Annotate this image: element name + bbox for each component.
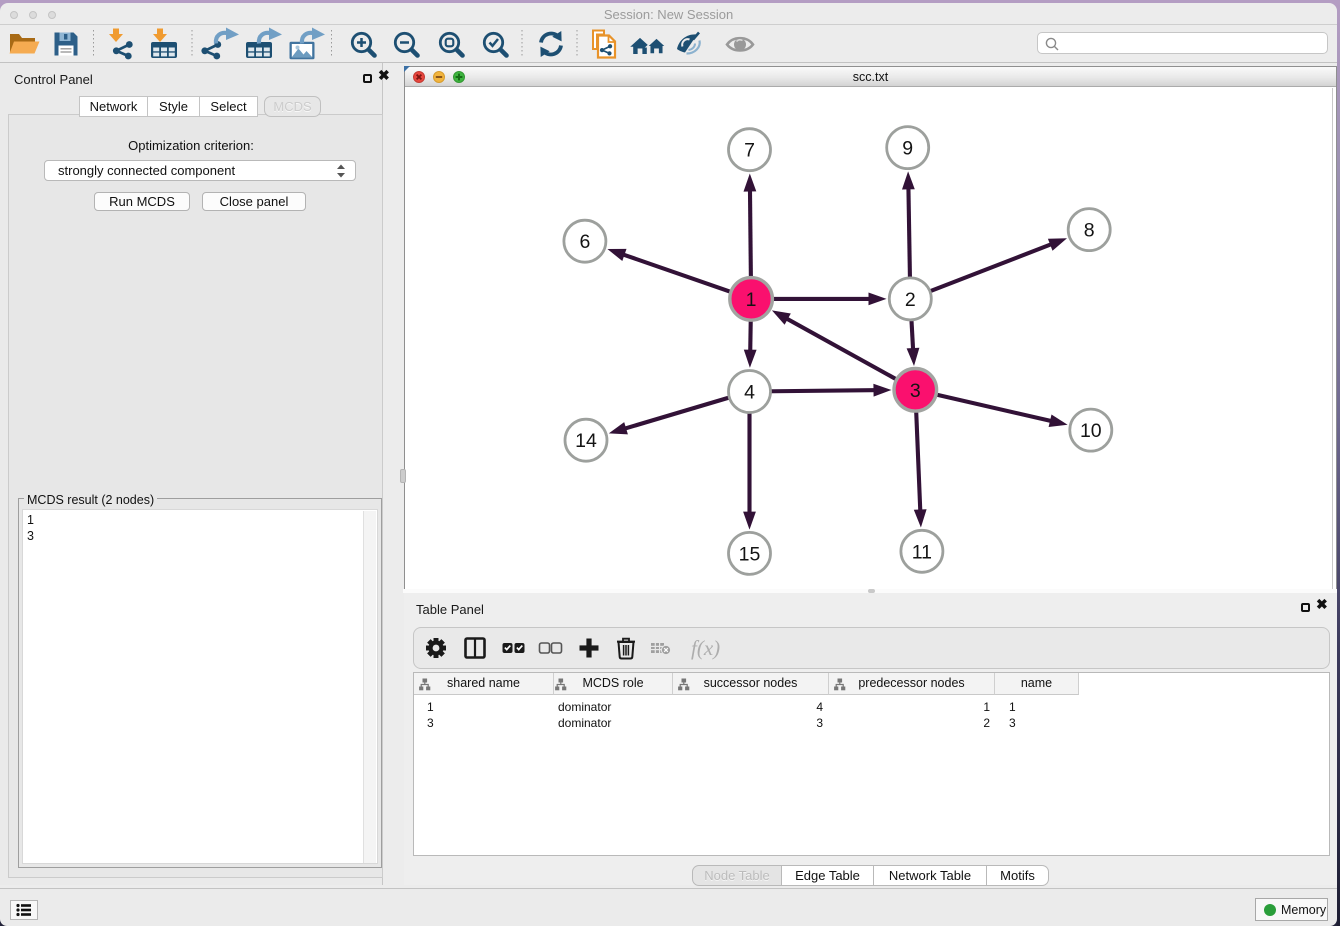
svg-text:7: 7 [744, 140, 755, 162]
svg-text:10: 10 [1080, 420, 1102, 442]
svg-text:8: 8 [1084, 220, 1095, 242]
svg-text:1: 1 [746, 289, 757, 311]
svg-text:14: 14 [575, 430, 597, 452]
svg-text:15: 15 [739, 543, 761, 565]
svg-text:4: 4 [744, 382, 755, 404]
svg-text:11: 11 [912, 541, 932, 563]
svg-text:3: 3 [910, 380, 921, 402]
svg-text:9: 9 [902, 138, 913, 160]
svg-text:6: 6 [579, 231, 590, 253]
svg-text:2: 2 [905, 289, 916, 311]
svg-text:f(x): f(x) [691, 636, 720, 660]
